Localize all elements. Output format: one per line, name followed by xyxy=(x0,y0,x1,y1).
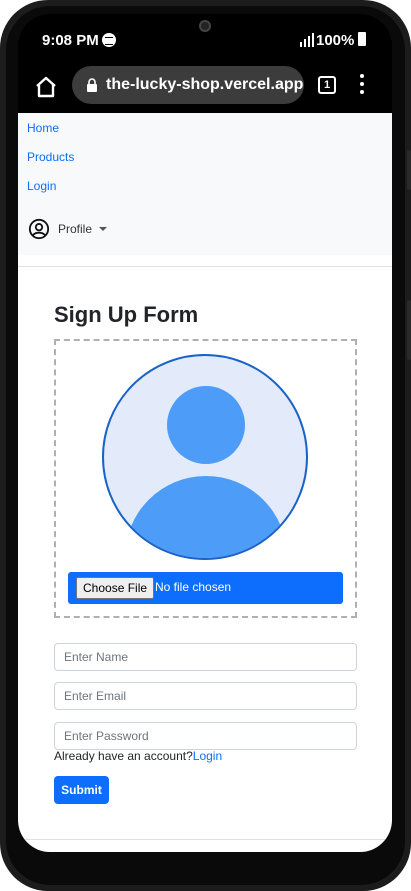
divider xyxy=(18,839,392,840)
nav-link-home[interactable]: Home xyxy=(27,121,59,135)
avatar-upload-area: Choose File No file chosen xyxy=(54,339,357,618)
nav-link-login[interactable]: Login xyxy=(27,179,56,193)
navbar: Home Products Login Profile xyxy=(18,113,392,255)
email-input[interactable] xyxy=(54,682,357,710)
phone-frame: 9:08 PM 100% the-lucky-shop.vercel.app 1… xyxy=(0,0,411,891)
address-bar[interactable]: the-lucky-shop.vercel.app xyxy=(72,66,304,104)
lock-icon xyxy=(87,78,97,92)
profile-label: Profile xyxy=(58,222,93,236)
page-title: Sign Up Form xyxy=(54,302,199,327)
battery-percent: 100% xyxy=(316,32,355,49)
front-camera xyxy=(199,20,211,32)
choose-file-button[interactable]: Choose File xyxy=(76,577,155,599)
password-input[interactable] xyxy=(54,722,357,750)
web-page: Home Products Login Profile Sign Up Form xyxy=(18,113,392,852)
phone-screen: 9:08 PM 100% the-lucky-shop.vercel.app 1… xyxy=(18,14,392,852)
status-bar: 9:08 PM 100% xyxy=(18,14,392,64)
divider xyxy=(18,266,392,267)
profile-dropdown[interactable]: Profile xyxy=(28,218,108,240)
file-input[interactable]: Choose File No file chosen xyxy=(68,572,343,604)
browser-toolbar: the-lucky-shop.vercel.app 1 xyxy=(18,64,392,114)
power-button xyxy=(407,300,411,360)
avatar-head-shape xyxy=(167,386,245,464)
login-prompt-text: Already have an account? xyxy=(54,749,193,763)
chevron-down-icon xyxy=(99,227,108,231)
overflow-menu-icon[interactable] xyxy=(358,74,366,96)
status-time: 9:08 PM xyxy=(42,32,99,49)
signal-icon xyxy=(300,33,314,47)
spotify-icon xyxy=(102,33,116,47)
avatar-placeholder xyxy=(102,354,308,560)
volume-button xyxy=(407,150,411,190)
battery-icon xyxy=(358,32,366,46)
submit-button[interactable]: Submit xyxy=(54,776,109,804)
avatar-body-shape xyxy=(125,476,287,558)
name-input[interactable] xyxy=(54,643,357,671)
user-circle-icon xyxy=(28,218,50,240)
file-status: No file chosen xyxy=(155,580,232,594)
url-text: the-lucky-shop.vercel.app xyxy=(106,76,304,93)
home-icon[interactable] xyxy=(34,75,58,99)
login-link[interactable]: Login xyxy=(193,749,222,763)
tab-switcher-button[interactable]: 1 xyxy=(318,76,336,94)
login-prompt: Already have an account?Login xyxy=(54,749,222,763)
nav-link-products[interactable]: Products xyxy=(27,150,74,164)
